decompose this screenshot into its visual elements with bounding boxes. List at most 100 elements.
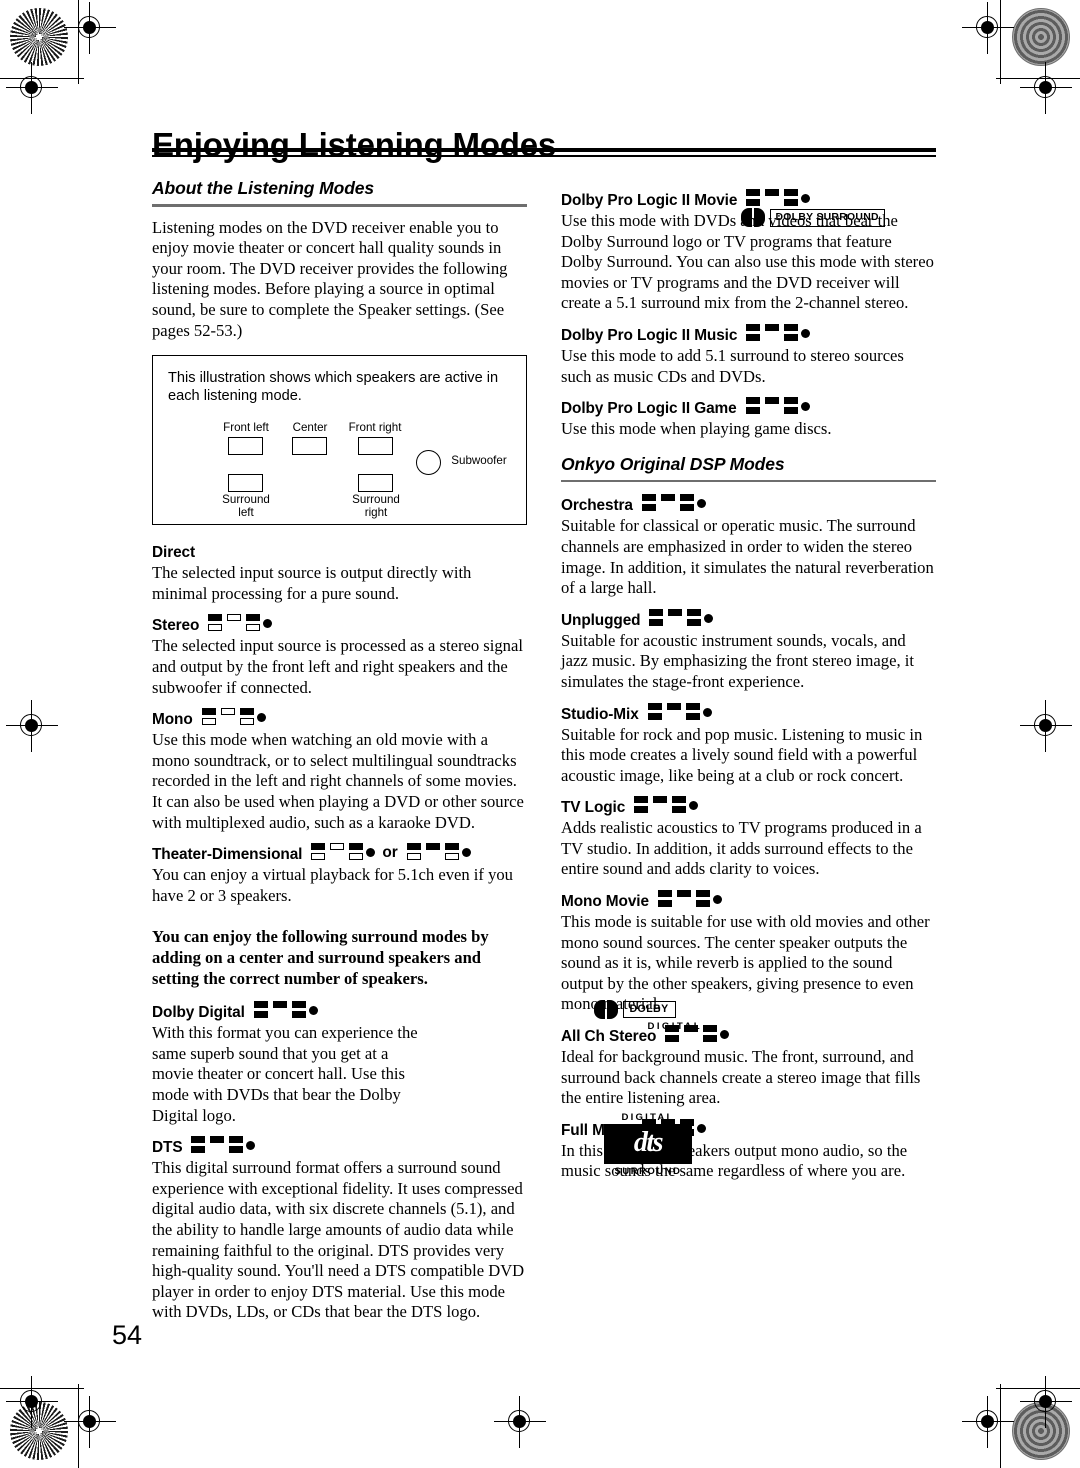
speaker-layout-diagram: Front left Center Front right Subwoofer … <box>168 422 513 519</box>
icon-speaker-center <box>660 494 675 502</box>
illustration-caption: This illustration shows which speakers a… <box>168 370 499 405</box>
icon-subwoofer <box>702 707 712 717</box>
mode-heading-dolby-digital: Dolby Digital <box>152 1000 527 1021</box>
icon-speaker-center <box>764 397 779 405</box>
left-column: About the Listening Modes Listening mode… <box>152 178 527 1332</box>
icon-subwoofer <box>704 613 714 623</box>
mode-text-dts: This digital surround format offers a su… <box>152 1158 525 1322</box>
diagram-label-surround-right-line1: Surround <box>352 493 400 507</box>
diagram-speaker-center <box>292 437 327 456</box>
icon-speaker-front-left <box>201 708 216 716</box>
mode-name-stereo: Stereo <box>152 617 200 635</box>
icon-subwoofer <box>696 499 706 509</box>
icon-speaker-front-right <box>695 890 710 898</box>
surround-modes-note: You can enjoy the following surround mod… <box>152 927 489 989</box>
mode-text-unplugged: Suitable for acoustic instrument sounds,… <box>561 630 914 691</box>
icon-speaker-front-right <box>444 843 459 851</box>
icon-speaker-surround-left <box>253 1011 268 1019</box>
mode-text-tv-logic: Adds realistic acoustics to TV programs … <box>561 818 922 879</box>
mode-heading-dpl2-music: Dolby Pro Logic II Music <box>561 323 936 344</box>
icon-speaker-front-left <box>649 608 664 616</box>
mode-text-theater-dimensional: You can enjoy a virtual playback for 5.1… <box>152 865 513 905</box>
mode-name-dts: DTS <box>152 1139 183 1157</box>
icon-speaker-center <box>765 189 780 196</box>
diagram-speaker-surround-right <box>358 474 393 493</box>
icon-speaker-front-right <box>687 608 702 616</box>
speaker-activity-icon <box>745 396 810 416</box>
speaker-activity-icon <box>649 608 714 628</box>
icon-speaker-surround-left <box>649 618 664 626</box>
dts-logo-mark: dts <box>604 1124 692 1164</box>
icon-subwoofer <box>801 194 811 203</box>
icon-speaker-surround-left <box>208 624 223 632</box>
diagram-label-surround-left-line1: Surround <box>222 493 270 507</box>
diagram-speaker-front-right <box>358 437 393 456</box>
mode-name-mono-movie: Mono Movie <box>561 893 649 911</box>
mode-text-direct: The selected input source is output dire… <box>152 563 472 603</box>
diagram-speaker-surround-left <box>228 474 263 493</box>
icon-subwoofer <box>308 1006 318 1016</box>
speaker-activity-icon <box>746 323 811 343</box>
mode-heading-direct: Direct <box>152 541 527 561</box>
intro-paragraph: Listening modes on the DVD receiver enab… <box>152 217 508 340</box>
speaker-activity-icon <box>641 493 706 513</box>
icon-speaker-surround-right <box>229 1146 244 1154</box>
icon-subwoofer <box>256 713 266 723</box>
dolby-double-d-icon <box>741 208 765 227</box>
dolby-surround-logo-text: DOLBY SURROUND <box>769 208 885 227</box>
icon-speaker-front-left <box>746 323 761 331</box>
icon-speaker-front-left <box>208 614 223 622</box>
icon-speaker-surround-right <box>784 333 799 341</box>
mode-text-dolby-digital: With this format you can experience the … <box>152 1023 418 1125</box>
icon-speaker-surround-right <box>695 900 710 908</box>
icon-subwoofer <box>689 801 699 811</box>
dolby-double-d-icon <box>594 1000 618 1019</box>
mode-heading-orchestra: Orchestra <box>561 493 936 514</box>
icon-speaker-surround-right <box>444 853 459 861</box>
icon-speaker-center <box>210 1136 225 1144</box>
icon-speaker-front-right <box>239 708 254 716</box>
icon-speaker-front-left <box>746 189 761 196</box>
icon-speaker-front-right <box>783 397 798 405</box>
mode-name-orchestra: Orchestra <box>561 497 633 515</box>
icon-subwoofer <box>696 1123 706 1133</box>
icon-speaker-surround-left <box>746 199 761 206</box>
right-column: Dolby Pro Logic II Movie Use this mode w… <box>561 178 936 1191</box>
icon-speaker-surround-right <box>291 1011 306 1019</box>
mode-heading-dpl2-movie: Dolby Pro Logic II Movie <box>561 188 936 209</box>
diagram-label-surround-right-line2: right <box>364 505 388 519</box>
speaker-activity-icon <box>311 842 376 862</box>
speaker-activity-icon <box>746 188 811 208</box>
mode-name-tv-logic: TV Logic <box>561 799 626 817</box>
icon-subwoofer <box>246 1141 256 1151</box>
icon-speaker-center <box>425 843 440 851</box>
mode-name-dpl2-music: Dolby Pro Logic II Music <box>561 326 738 344</box>
mode-text-orchestra: Suitable for classical or operatic music… <box>561 516 934 598</box>
mode-text-mono: Use this mode when watching an old movie… <box>152 730 524 832</box>
icon-speaker-surround-left <box>745 407 760 415</box>
icon-subwoofer <box>800 402 810 412</box>
icon-speaker-front-left <box>311 843 326 851</box>
section-heading-onkyo-dsp-modes: Onkyo Original DSP Modes <box>561 453 785 474</box>
icon-speaker-center <box>220 708 235 716</box>
mode-text-dpl2-game: Use this mode when playing game discs. <box>561 419 832 439</box>
icon-speaker-front-right <box>685 702 700 710</box>
icon-speaker-front-left <box>406 843 421 851</box>
dolby-digital-logo-subtext: DIGITAL <box>647 1021 702 1032</box>
icon-speaker-front-right <box>246 614 261 622</box>
title-rule-thin <box>152 155 936 157</box>
icon-speaker-surround-right <box>679 504 694 512</box>
icon-speaker-surround-right <box>239 718 254 726</box>
icon-speaker-surround-right <box>349 853 364 861</box>
mode-name-studio-mix: Studio-Mix <box>561 705 639 723</box>
dolby-digital-logo: DOLBY DIGITAL <box>594 1000 704 1032</box>
mode-text-dpl2-music: Use this mode to add 5.1 surround to ste… <box>561 345 904 386</box>
icon-speaker-front-right <box>672 796 687 804</box>
icon-speaker-center <box>653 796 668 804</box>
mode-heading-dpl2-game: Dolby Pro Logic II Game <box>561 396 936 417</box>
icon-speaker-surround-right <box>246 624 261 632</box>
mode-heading-theater-dimensional: Theater-Dimensional or <box>152 842 527 863</box>
icon-speaker-front-right <box>349 843 364 851</box>
dts-logo-bottom-text: SURROUND <box>614 1165 682 1176</box>
icon-speaker-surround-right <box>703 1035 718 1043</box>
